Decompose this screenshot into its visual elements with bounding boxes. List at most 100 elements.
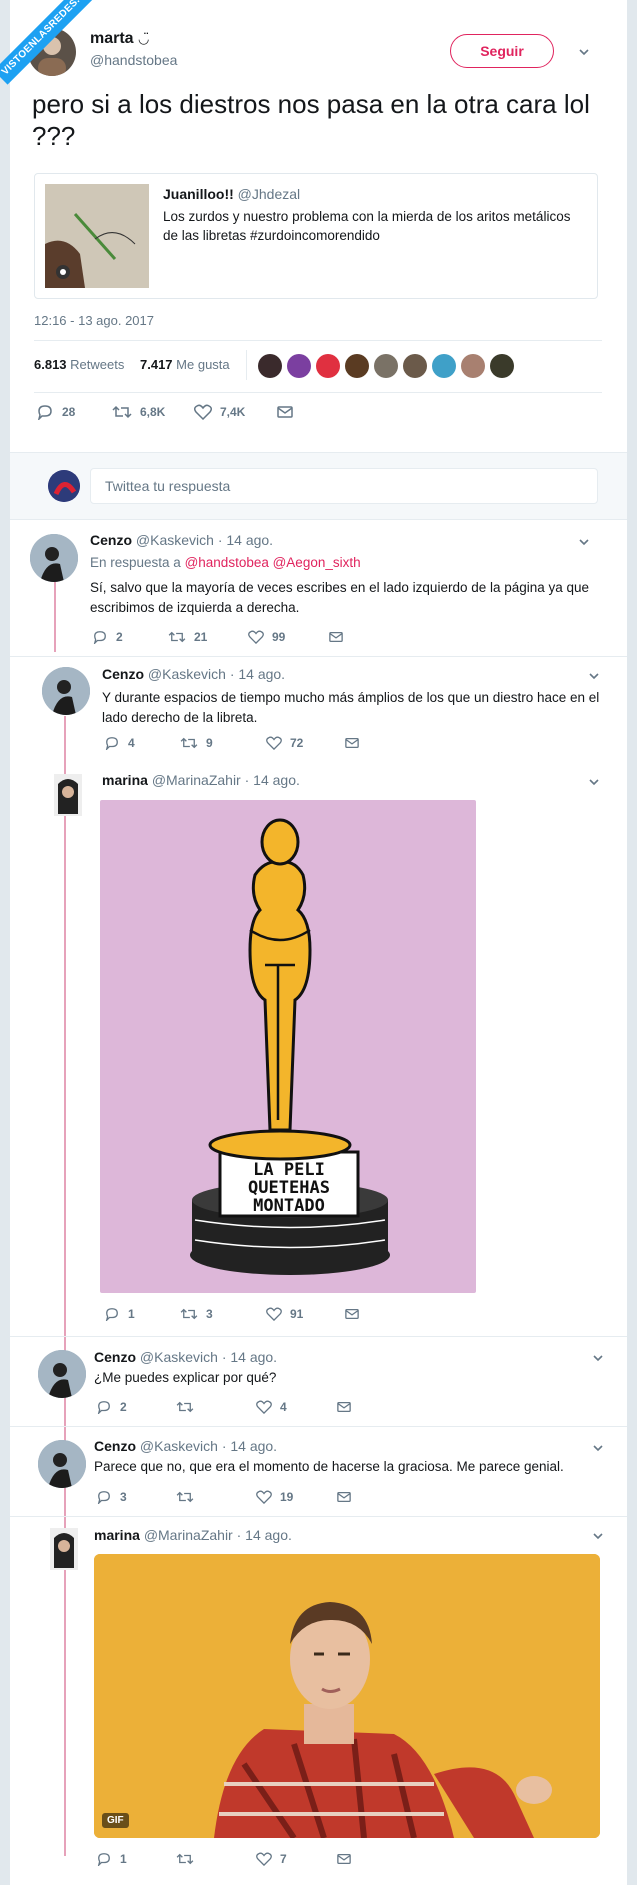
author-name-row[interactable]: marta ◡̈ bbox=[90, 30, 149, 48]
reply-action[interactable]: 1 bbox=[104, 1307, 135, 1321]
reply-author-handle[interactable]: @MarinaZahir bbox=[152, 772, 241, 788]
retweet-action[interactable] bbox=[176, 1852, 194, 1866]
author-handle[interactable]: @handstobea bbox=[90, 52, 177, 68]
retweet-icon bbox=[176, 1853, 194, 1865]
in-reply-to-users[interactable]: @handstobea @Aegon_sixth bbox=[185, 555, 361, 570]
like-action[interactable]: 4 bbox=[256, 1400, 287, 1414]
chevron-down-icon[interactable] bbox=[578, 46, 590, 58]
reply-header: Cenzo @Kaskevich · 14 ago. bbox=[90, 532, 273, 548]
avatar[interactable] bbox=[403, 354, 427, 378]
reply-author-handle[interactable]: @Kaskevich bbox=[140, 1349, 218, 1365]
avatar[interactable] bbox=[30, 534, 78, 582]
retweet-action[interactable]: 21 bbox=[168, 630, 207, 644]
message-icon[interactable] bbox=[336, 1400, 352, 1414]
avatar[interactable] bbox=[316, 354, 340, 378]
avatar[interactable] bbox=[50, 1528, 78, 1570]
avatar[interactable] bbox=[490, 354, 514, 378]
reply-action[interactable]: 3 bbox=[96, 1490, 127, 1504]
reply-time[interactable]: · 14 ago. bbox=[218, 532, 273, 548]
divider bbox=[34, 340, 602, 341]
message-icon[interactable] bbox=[336, 1852, 352, 1866]
avatar[interactable] bbox=[258, 354, 282, 378]
reply-author-handle[interactable]: @Kaskevich bbox=[140, 1438, 218, 1454]
reply-author-name[interactable]: marina bbox=[94, 1527, 140, 1543]
reply-time[interactable]: · 14 ago. bbox=[222, 1349, 277, 1365]
like-action[interactable]: 7,4K bbox=[194, 404, 245, 420]
reply-author-name[interactable]: Cenzo bbox=[94, 1349, 136, 1365]
reply-action[interactable]: 28 bbox=[36, 404, 75, 420]
reply-time[interactable]: · 14 ago. bbox=[245, 772, 300, 788]
reply-author-handle[interactable]: @Kaskevich bbox=[136, 532, 214, 548]
reply-author-name[interactable]: Cenzo bbox=[102, 666, 144, 682]
chevron-down-icon[interactable] bbox=[588, 670, 600, 682]
heart-icon bbox=[248, 630, 264, 644]
avatar[interactable] bbox=[48, 470, 80, 502]
reply-author-name[interactable]: Cenzo bbox=[90, 532, 132, 548]
gif-image[interactable]: GIF bbox=[94, 1554, 600, 1838]
follow-button[interactable]: Seguir bbox=[450, 34, 554, 68]
reply-author-handle[interactable]: @MarinaZahir bbox=[144, 1527, 233, 1543]
reply-action[interactable]: 2 bbox=[96, 1400, 127, 1414]
like-action[interactable]: 99 bbox=[248, 630, 285, 644]
avatar[interactable] bbox=[38, 1350, 86, 1398]
avatar[interactable] bbox=[54, 774, 82, 816]
retweet-action[interactable] bbox=[176, 1490, 194, 1504]
message-icon[interactable] bbox=[344, 1307, 360, 1321]
divider bbox=[10, 1336, 627, 1337]
retweet-count: 3 bbox=[206, 1307, 213, 1321]
avatar[interactable] bbox=[461, 354, 485, 378]
like-action[interactable]: 7 bbox=[256, 1852, 287, 1866]
quoted-tweet-image[interactable] bbox=[45, 184, 149, 288]
reply-time[interactable]: · 14 ago. bbox=[230, 666, 285, 682]
author-emoji: ◡̈ bbox=[138, 31, 150, 46]
chevron-down-icon[interactable] bbox=[592, 1442, 604, 1454]
chevron-down-icon[interactable] bbox=[592, 1530, 604, 1542]
reply-icon bbox=[105, 737, 118, 750]
avatar[interactable] bbox=[38, 1440, 86, 1488]
like-action[interactable]: 72 bbox=[266, 736, 303, 750]
avatar[interactable] bbox=[287, 354, 311, 378]
message-icon[interactable] bbox=[336, 1490, 352, 1504]
chevron-down-icon[interactable] bbox=[588, 776, 600, 788]
retweet-action[interactable]: 3 bbox=[180, 1307, 213, 1321]
reply-time[interactable]: · 14 ago. bbox=[237, 1527, 292, 1543]
like-action[interactable]: 91 bbox=[266, 1307, 303, 1321]
retweets-stat[interactable]: 6.813 Retweets bbox=[34, 357, 124, 372]
quoted-tweet[interactable]: Juanilloo!! @Jhdezal Los zurdos y nuestr… bbox=[34, 173, 598, 299]
avatar[interactable] bbox=[42, 667, 90, 715]
quoted-author-handle[interactable]: @Jhdezal bbox=[238, 186, 300, 202]
message-icon[interactable] bbox=[276, 404, 294, 420]
like-action[interactable]: 19 bbox=[256, 1490, 293, 1504]
retweet-icon bbox=[176, 1401, 194, 1413]
reply-action[interactable]: 4 bbox=[104, 736, 135, 750]
reply-time[interactable]: · 14 ago. bbox=[222, 1438, 277, 1454]
reply-author-handle[interactable]: @Kaskevich bbox=[148, 666, 226, 682]
reply-icon bbox=[97, 1853, 110, 1866]
avatar[interactable] bbox=[345, 354, 369, 378]
reply-action[interactable]: 2 bbox=[92, 630, 123, 644]
retweet-action[interactable]: 6,8K bbox=[112, 404, 165, 420]
reply-header: Cenzo @Kaskevich · 14 ago. bbox=[94, 1438, 277, 1454]
heart-icon bbox=[194, 404, 212, 420]
message-icon[interactable] bbox=[328, 630, 344, 644]
reply-count: 2 bbox=[120, 1400, 127, 1414]
message-icon[interactable] bbox=[344, 736, 360, 750]
retweet-action[interactable] bbox=[176, 1400, 194, 1414]
avatar[interactable] bbox=[374, 354, 398, 378]
chevron-down-icon[interactable] bbox=[578, 536, 590, 548]
quoted-tweet-text: Los zurdos y nuestro problema con la mie… bbox=[163, 209, 571, 243]
avatar[interactable] bbox=[432, 354, 456, 378]
likes-stat[interactable]: 7.417 Me gusta bbox=[140, 357, 230, 372]
retweet-action[interactable]: 9 bbox=[180, 736, 213, 750]
reply-input[interactable]: Twittea tu respuesta bbox=[90, 468, 598, 504]
tweet-timestamp[interactable]: 12:16 - 13 ago. 2017 bbox=[34, 313, 154, 328]
reply-author-name[interactable]: marina bbox=[102, 772, 148, 788]
like-count: 19 bbox=[280, 1490, 294, 1504]
reply-author-name[interactable]: Cenzo bbox=[94, 1438, 136, 1454]
reply-action[interactable]: 1 bbox=[96, 1852, 127, 1866]
oscar-image[interactable]: LA PELI QUETEHAS MONTADO bbox=[100, 800, 476, 1293]
author-name[interactable]: marta bbox=[90, 30, 134, 47]
quoted-author-name[interactable]: Juanilloo!! bbox=[163, 186, 234, 202]
chevron-down-icon[interactable] bbox=[592, 1352, 604, 1364]
liker-avatars[interactable] bbox=[258, 354, 514, 378]
